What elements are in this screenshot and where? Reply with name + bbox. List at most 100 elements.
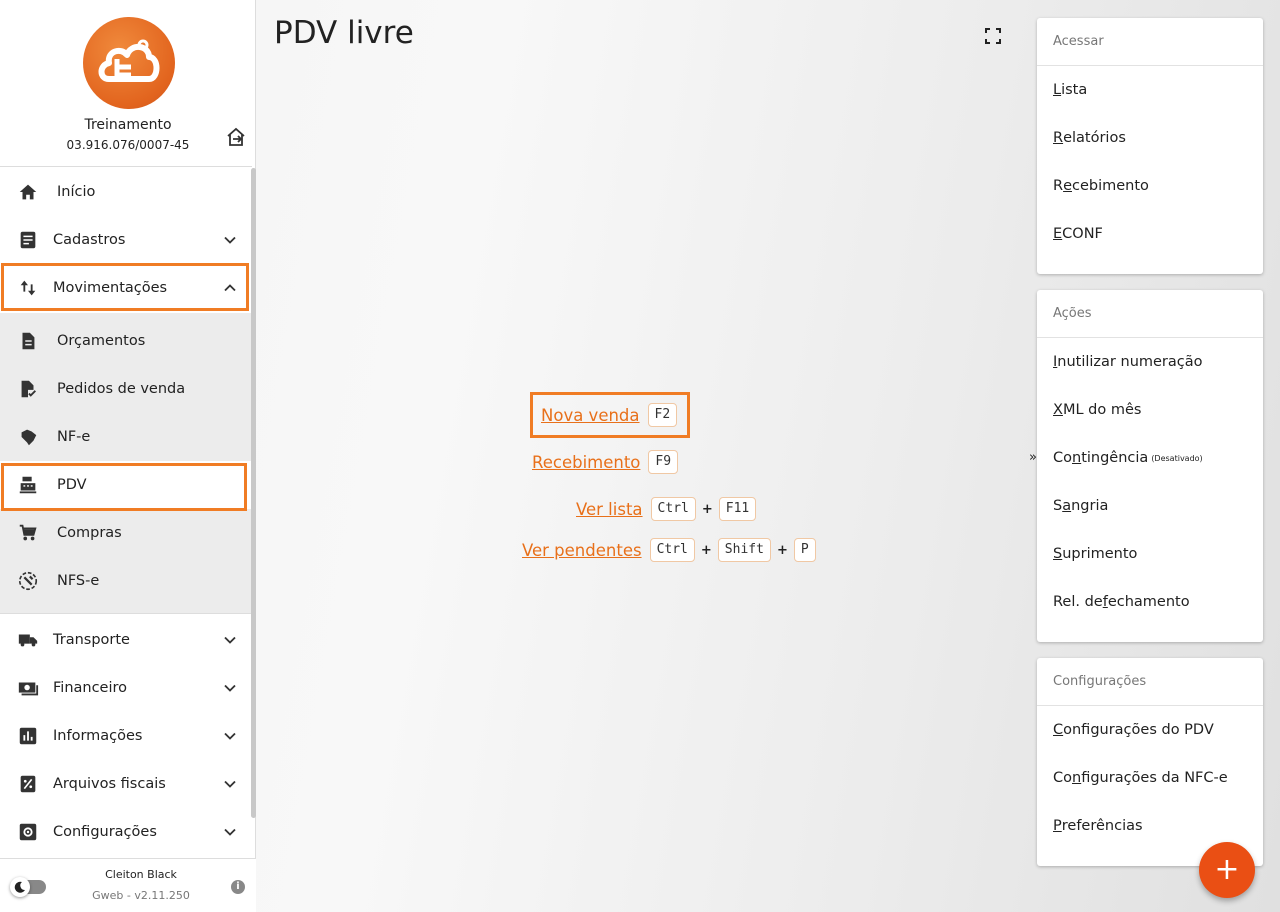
gear-icon: [19, 823, 37, 841]
action-sangria[interactable]: Sa ngria: [1037, 482, 1263, 530]
card-header: Configurações: [1037, 658, 1263, 706]
nav-item-inicio[interactable]: Início: [0, 168, 252, 216]
nav-item-nfse[interactable]: NFS-e: [0, 557, 252, 605]
user-name: Cleiton Black: [105, 868, 177, 881]
nav-label: Transporte: [53, 632, 130, 648]
nav-item-orcamentos[interactable]: Orçamentos: [0, 317, 252, 365]
file-document-icon: [22, 332, 35, 350]
nav-item-cadastros[interactable]: Cadastros: [0, 216, 252, 264]
divider: [0, 613, 252, 614]
truck-icon: [18, 634, 38, 647]
nav-label: Arquivos fiscais: [53, 776, 166, 792]
document-list-icon: [20, 231, 36, 249]
nav-item-pdv[interactable]: PDV: [0, 461, 252, 509]
key-f11: F11: [718, 497, 757, 521]
chevron-up-icon: [224, 284, 236, 292]
link-relatorios[interactable]: Relatórios: [1037, 114, 1263, 162]
bar-chart-icon: [19, 727, 37, 745]
nav-item-informacoes[interactable]: Informações: [0, 712, 252, 760]
cart-icon: [19, 524, 37, 541]
nav-label: NF-e: [57, 429, 91, 445]
key-ctrl: Ctrl: [649, 538, 695, 562]
page-title: PDV livre: [274, 15, 414, 51]
shortcut-recebimento: Recebimento F9: [532, 450, 679, 474]
key-ctrl: Ctrl: [650, 497, 696, 521]
nav-item-nfe[interactable]: NF-e: [0, 413, 252, 461]
shortcut-ver-lista: Ver lista Ctrl + F11: [576, 497, 757, 521]
card-configuracoes: Configurações Configurações do PDV Co n fi…: [1037, 658, 1263, 866]
card-acessar: Acessar Lista Relatórios Re cebimento E CO…: [1037, 18, 1263, 274]
nav-item-financeiro[interactable]: Financeiro: [0, 664, 252, 712]
plus-sign: +: [776, 542, 788, 558]
sidebar: Treinamento 03.916.076/0007-45 Início Ca…: [0, 0, 256, 912]
nav-item-transporte[interactable]: Transporte: [0, 616, 252, 664]
collapse-panel-icon[interactable]: »: [1029, 450, 1037, 465]
action-inutilizar-numeracao[interactable]: Inutilizar numeração: [1037, 338, 1263, 386]
nav-item-movimentacoes[interactable]: Movimentações: [0, 264, 252, 312]
nav-item-pedidos[interactable]: Pedidos de venda: [0, 365, 252, 413]
nav-item-compras[interactable]: Compras: [0, 509, 252, 557]
nav-item-configuracoes[interactable]: Configurações: [0, 808, 252, 856]
service-wrench-icon: [18, 571, 38, 591]
money-icon: [18, 682, 39, 696]
card-acoes: Ações Inutilizar numeração X ML do mês Co…: [1037, 290, 1263, 642]
sidebar-scrollbar[interactable]: [251, 168, 256, 818]
key-f9: F9: [648, 450, 679, 474]
chevron-down-icon: [224, 636, 236, 644]
link-config-pdv[interactable]: Configurações do PDV: [1037, 706, 1263, 754]
recebimento-link[interactable]: Recebimento: [532, 453, 640, 472]
company-name: Treinamento: [84, 117, 172, 133]
plus-sign: +: [701, 501, 713, 517]
link-config-nfce[interactable]: Co n figurações da NFC-e: [1037, 754, 1263, 802]
chevron-down-icon: [224, 236, 236, 244]
action-xml-do-mes[interactable]: X ML do mês: [1037, 386, 1263, 434]
ver-pendentes-link[interactable]: Ver pendentes: [522, 541, 642, 560]
nova-venda-link[interactable]: Nova venda: [541, 406, 640, 425]
sidebar-footer: Cleiton Black Gweb - v2.11.250 i: [0, 858, 256, 912]
company-logo: [83, 17, 175, 109]
percent-file-icon: [20, 775, 36, 793]
file-check-icon: [21, 380, 36, 398]
card-header: Acessar: [1037, 18, 1263, 66]
nav-label: PDV: [57, 477, 87, 493]
nav-label: Informações: [53, 728, 143, 744]
nav-label: Orçamentos: [57, 333, 146, 349]
add-button[interactable]: +: [1199, 842, 1255, 898]
shortcut-nova-venda: Nova venda F2: [541, 403, 678, 427]
company-document: 03.916.076/0007-45: [66, 138, 190, 152]
cash-register-icon: [19, 476, 37, 494]
fullscreen-icon[interactable]: [984, 27, 1002, 45]
nav-label: Configurações: [53, 824, 157, 840]
link-lista[interactable]: Lista: [1037, 66, 1263, 114]
chevron-down-icon: [224, 684, 236, 692]
brazil-map-icon: [21, 429, 37, 446]
nav-label: NFS-e: [57, 573, 100, 589]
shortcut-ver-pendentes: Ver pendentes Ctrl + Shift + P: [522, 538, 816, 562]
contingencia-status: (Desativado): [1151, 453, 1203, 463]
divider: [0, 166, 252, 167]
link-recebimento[interactable]: Re cebimento: [1037, 162, 1263, 210]
nav-label: Início: [57, 184, 96, 200]
chevron-down-icon: [224, 828, 236, 836]
plus-sign: +: [700, 542, 712, 558]
action-suprimento[interactable]: Suprimento: [1037, 530, 1263, 578]
card-header: Ações: [1037, 290, 1263, 338]
nav-label: Compras: [57, 525, 122, 541]
info-icon[interactable]: i: [231, 880, 245, 894]
chevron-down-icon: [224, 732, 236, 740]
action-contingencia[interactable]: Co n tingência (Desativado): [1037, 434, 1263, 482]
switch-company-icon[interactable]: [224, 125, 248, 149]
nav-label: Cadastros: [53, 232, 126, 248]
plus-icon: +: [1214, 852, 1240, 887]
home-icon: [19, 184, 37, 200]
nav-label: Financeiro: [53, 680, 128, 696]
submenu-movimentacoes: Orçamentos Pedidos de venda NF-e PDV Com…: [0, 313, 252, 613]
chevron-down-icon: [224, 780, 236, 788]
nav-item-arquivos-fiscais[interactable]: Arquivos fiscais: [0, 760, 252, 808]
nav-label: Movimentações: [53, 280, 168, 296]
nav-label: Pedidos de venda: [57, 381, 186, 397]
ver-lista-link[interactable]: Ver lista: [576, 500, 643, 519]
action-rel-fechamento[interactable]: Rel. de f echamento: [1037, 578, 1263, 626]
key-f2: F2: [647, 403, 678, 427]
link-econf[interactable]: E CONF: [1037, 210, 1263, 258]
